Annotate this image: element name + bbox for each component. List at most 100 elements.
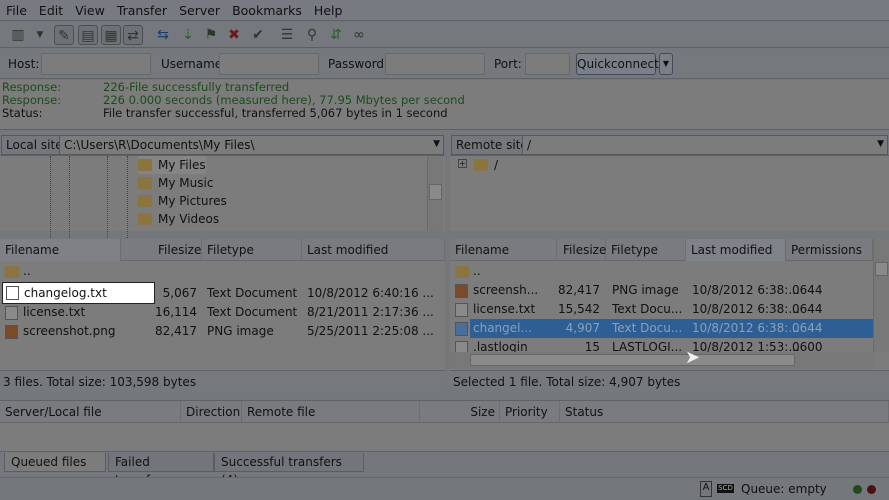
file-row[interactable]: license.txt 15,542 Text Docu... 10/8/2012 6…	[450, 300, 873, 319]
binary-mode-icon: A	[700, 481, 712, 497]
file-row[interactable]: .lastlogin 15 LASTLOGI... 10/8/2012 1:53:..…	[450, 338, 873, 352]
site-manager-dropdown-icon[interactable]: ▼	[30, 25, 50, 45]
column-size[interactable]: Size	[420, 401, 500, 423]
directory-listing-filter-icon[interactable]: ☰	[277, 25, 297, 45]
remote-file-list: Filename Filesize Filetype Last modified…	[450, 239, 889, 371]
tree-item[interactable]: My Files	[138, 156, 206, 174]
folder-icon	[138, 159, 152, 171]
column-filetype[interactable]: Filetype	[202, 239, 302, 261]
status-bar: A SCD Queue: empty	[0, 477, 889, 500]
local-file-list: Filename Filesize Filetype Last modified…	[0, 239, 445, 371]
file-row[interactable]: ..	[450, 262, 873, 281]
reconnect-icon[interactable]: ✔	[248, 25, 268, 45]
disconnect-icon[interactable]: ✖	[224, 25, 244, 45]
speed-limit-icon: SCD	[717, 484, 734, 493]
quickconnect-bar: Host: Username: Password: Port: Quickcon…	[0, 49, 889, 79]
quickconnect-dropdown-icon[interactable]: ▼	[659, 53, 673, 75]
text-file-icon	[455, 303, 468, 317]
local-tree-toggle-icon[interactable]: ▤	[78, 25, 98, 45]
refresh-icon[interactable]: ⇆	[153, 25, 173, 45]
menu-view[interactable]: View	[69, 0, 111, 18]
menu-file[interactable]: File	[0, 0, 33, 18]
local-pane: Local site: C:\Users\R\Documents\My File…	[0, 134, 445, 398]
remote-list-scrollbar-vertical[interactable]	[873, 239, 889, 352]
tree-item[interactable]: My Music	[138, 174, 213, 192]
receive-indicator-icon	[867, 485, 876, 494]
message-log-toggle-icon[interactable]: ✎	[54, 25, 74, 45]
remote-tree-toggle-icon[interactable]: ▦	[101, 25, 121, 45]
music-folder-icon	[138, 177, 152, 189]
column-filetype[interactable]: Filetype	[606, 239, 686, 261]
site-manager-icon[interactable]: ▥	[8, 25, 28, 45]
folder-icon	[455, 266, 469, 278]
chevron-down-icon[interactable]: ▼	[433, 139, 440, 149]
queue-status: Queue: empty	[741, 482, 827, 496]
remote-path-input[interactable]: /	[522, 135, 888, 155]
menu-help[interactable]: Help	[308, 0, 349, 18]
username-input[interactable]	[219, 53, 319, 75]
column-filename[interactable]: Filename	[450, 239, 557, 261]
column-status[interactable]: Status	[560, 401, 889, 423]
file-row-selected[interactable]: changel... 4,907 Text Docu... 10/8/2012 6:3…	[455, 319, 873, 338]
search-files-icon[interactable]: ∞	[349, 25, 369, 45]
folder-icon	[474, 159, 488, 171]
menu-transfer[interactable]: Transfer	[111, 0, 173, 18]
tree-item[interactable]: /	[474, 156, 498, 174]
queue-toggle-icon[interactable]: ⇄	[123, 25, 143, 45]
column-filesize[interactable]: Filesize	[557, 239, 606, 261]
local-path-input[interactable]: C:\Users\R\Documents\My Files\	[59, 135, 444, 155]
send-indicator-icon	[853, 485, 862, 494]
text-file-icon	[6, 286, 19, 300]
file-row[interactable]: license.txt 16,114 Text Document 8/21/2011 …	[0, 303, 434, 322]
mouse-cursor-icon: ➤	[685, 347, 701, 368]
process-queue-icon[interactable]: ⇣	[178, 25, 198, 45]
message-log: Response: 226-File successfully transferr…	[0, 80, 889, 130]
sync-browsing-icon[interactable]: ⚲	[302, 25, 322, 45]
password-label: Password:	[328, 57, 389, 71]
queue-header: Server/Local file Direction Remote file …	[0, 400, 889, 423]
column-last-modified[interactable]: Last modified	[302, 239, 445, 261]
image-file-icon	[455, 284, 468, 298]
expand-icon[interactable]: +	[458, 159, 467, 168]
column-priority[interactable]: Priority	[500, 401, 560, 423]
tab-failed-transfers[interactable]: Failed transfers	[108, 453, 214, 487]
file-row[interactable]: screenshot.png 82,417 PNG image 5/25/2011 2…	[0, 322, 434, 341]
tree-item[interactable]: My Pictures	[138, 192, 227, 210]
cancel-operation-icon[interactable]: ⚑	[201, 25, 221, 45]
column-direction[interactable]: Direction	[181, 401, 242, 423]
chevron-down-icon[interactable]: ▼	[877, 139, 884, 149]
tab-queued-files[interactable]: Queued files	[4, 453, 106, 472]
username-label: Username:	[161, 57, 227, 71]
file-row[interactable]: ..	[0, 262, 429, 281]
remote-tree: + /	[450, 156, 889, 231]
local-tree: My Files My Music My Pictures My Videos	[0, 156, 445, 246]
file-row-highlighted[interactable]: changelog.txt	[2, 282, 155, 304]
column-server-local-file[interactable]: Server/Local file	[0, 401, 181, 423]
tab-successful-transfers[interactable]: Successful transfers (4)	[214, 453, 364, 487]
column-remote-file[interactable]: Remote file	[242, 401, 420, 423]
remote-list-scrollbar-horizontal[interactable]	[450, 352, 873, 369]
host-input[interactable]	[41, 53, 151, 75]
file-row[interactable]: screensh... 82,417 PNG image 10/8/2012 6:38…	[450, 281, 873, 300]
tree-item[interactable]: My Videos	[138, 210, 219, 228]
column-last-modified[interactable]: Last modified	[686, 239, 786, 261]
column-filesize[interactable]: Filesize	[153, 239, 202, 261]
menu-bar: File Edit View Transfer Server Bookmarks Help	[0, 0, 889, 21]
quickconnect-button[interactable]: Quickconnect	[576, 53, 659, 75]
remote-pane: Remote site: / ▼ + / Filename Filesize F…	[450, 134, 889, 398]
port-label: Port:	[494, 57, 522, 71]
menu-bookmarks[interactable]: Bookmarks	[226, 0, 308, 18]
column-permissions[interactable]: Permissions	[786, 239, 873, 261]
queue-tabs: Queued files Failed transfers Successful…	[0, 451, 889, 487]
local-tree-scrollbar[interactable]	[427, 156, 443, 231]
column-filename[interactable]: Filename	[0, 239, 121, 261]
menu-server[interactable]: Server	[173, 0, 226, 18]
file-icon	[455, 341, 468, 352]
compare-directories-icon[interactable]: ⇵	[326, 25, 346, 45]
port-input[interactable]	[525, 53, 570, 75]
local-status: 3 files. Total size: 103,598 bytes	[0, 370, 445, 392]
pictures-folder-icon	[138, 195, 152, 207]
log-type: Status:	[2, 106, 43, 120]
menu-edit[interactable]: Edit	[33, 0, 69, 18]
password-input[interactable]	[385, 53, 485, 75]
